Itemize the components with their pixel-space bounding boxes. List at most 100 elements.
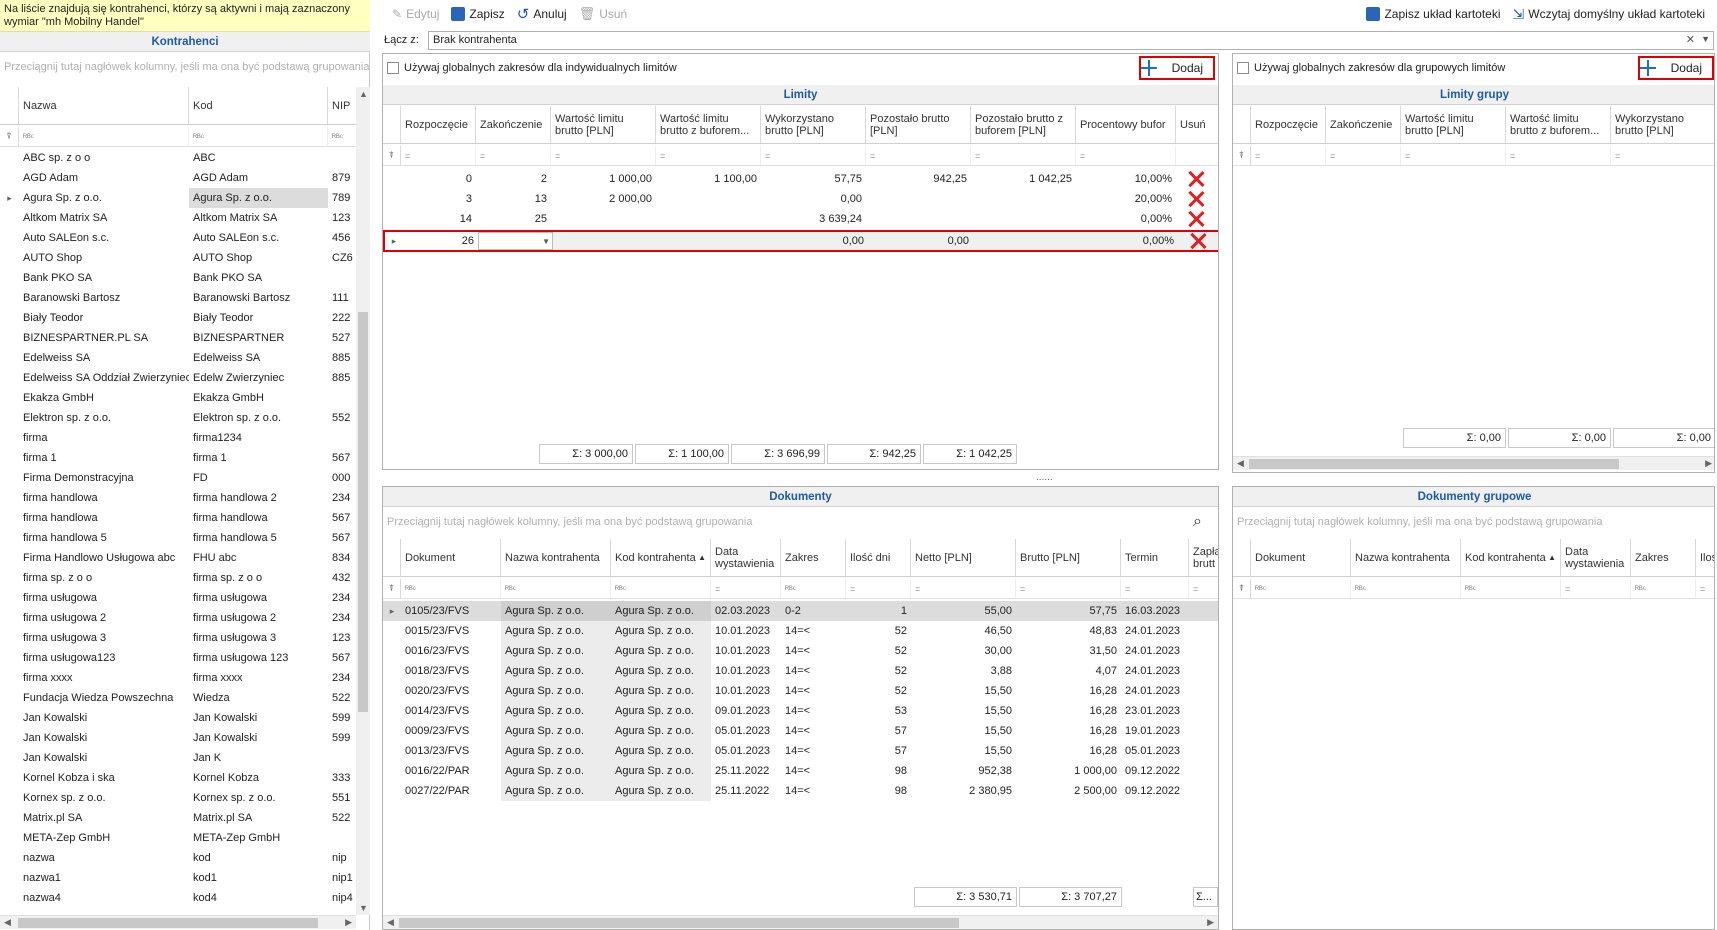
- contractor-row[interactable]: Altkom Matrix SA Altkom Matrix SA 123: [0, 208, 356, 228]
- contractor-row[interactable]: Edelweiss SA Oddział Zwierzyniec Edelw Zw…: [0, 368, 356, 388]
- document-row[interactable]: ▸ 0105/23/FVS Agura Sp. z o.o. Agura Sp. z …: [383, 601, 1218, 621]
- col-start[interactable]: Rozpoczęcie: [1251, 106, 1326, 143]
- col-contractor-name[interactable]: Nazwa kontrahenta: [501, 539, 611, 576]
- connect-combobox[interactable]: Brak kontrahenta ✕ ▼: [428, 30, 1714, 50]
- contractor-row[interactable]: Jan Kowalski Jan Kowalski 599: [0, 728, 356, 748]
- contractor-row[interactable]: ▸ Agura Sp. z o.o. Agura Sp. z o.o. 789: [0, 188, 356, 208]
- col-issue-date[interactable]: Data wystawienia: [1561, 539, 1631, 576]
- col-limit-buffer[interactable]: Wartość limitu brutto z buforem...: [1506, 106, 1611, 143]
- contractor-row[interactable]: firma xxxx firma xxxx 234: [0, 668, 356, 688]
- contractor-row[interactable]: Bank PKO SA Bank PKO SA: [0, 268, 356, 288]
- contractor-row[interactable]: firma usługowa123 firma usługowa 123 567: [0, 648, 356, 668]
- filter-nip[interactable]: ᴿᴮᶜ: [328, 127, 356, 146]
- contractor-row[interactable]: firma sp. z o o firma sp. z o o 432: [0, 568, 356, 588]
- document-row[interactable]: 0014/23/FVS Agura Sp. z o.o. Agura Sp. z o…: [383, 701, 1218, 721]
- col-end[interactable]: Zakończenie: [1326, 106, 1401, 143]
- document-row[interactable]: 0009/23/FVS Agura Sp. z o.o. Agura Sp. z o…: [383, 721, 1218, 741]
- col-days[interactable]: Ilość dni: [846, 539, 911, 576]
- filter-kod[interactable]: ᴿᴮᶜ: [189, 127, 328, 146]
- col-paid-gross[interactable]: Zapła brutt: [1189, 539, 1218, 576]
- save-button[interactable]: Zapisz: [445, 7, 510, 21]
- contractor-row[interactable]: BIZNESPARTNER.PL SA BIZNESPARTNER 527: [0, 328, 356, 348]
- edit-button[interactable]: ✎ Edytuj: [386, 7, 445, 21]
- document-row[interactable]: 0015/23/FVS Agura Sp. z o.o. Agura Sp. z o…: [383, 621, 1218, 641]
- contractor-row[interactable]: Kornex sp. z o.o. Kornex sp. z o.o. 551: [0, 788, 356, 808]
- limit-row[interactable]: 3 13 2 000,00 0,00 20,00%: [383, 189, 1218, 209]
- search-icon[interactable]: ⌕: [1193, 513, 1202, 531]
- contractor-row[interactable]: nazwa1 kod1 nip1: [0, 868, 356, 888]
- contractor-row[interactable]: Jan Kowalski Jan K: [0, 748, 356, 768]
- col-kod[interactable]: Kod: [189, 87, 328, 124]
- contractor-row[interactable]: Elektron sp. z o.o. Elektron sp. z o.o. 55…: [0, 408, 356, 428]
- delete-limit-button[interactable]: [1176, 169, 1216, 189]
- filter-nazwa[interactable]: ᴿᴮᶜ: [19, 127, 189, 146]
- contractor-row[interactable]: nazwa kod nip: [0, 848, 356, 868]
- limit-row[interactable]: 14 25 3 639,24 0,00%: [383, 209, 1218, 229]
- document-row[interactable]: 0027/22/PAR Agura Sp. z o.o. Agura Sp. z o…: [383, 781, 1218, 801]
- limit-row[interactable]: ▸ 26 ▼ 0,00 0,00 0,00%: [383, 230, 1218, 252]
- col-limit[interactable]: Wartość limitu brutto [PLN]: [551, 106, 656, 143]
- col-limit[interactable]: Wartość limitu brutto [PLN]: [1401, 106, 1506, 143]
- load-layout-button[interactable]: ⇲ Wczytaj domyślny układ kartoteki: [1507, 6, 1711, 23]
- col-start[interactable]: Rozpoczęcie: [401, 106, 476, 143]
- splitter-handle[interactable]: ......: [1036, 472, 1053, 483]
- cancel-button[interactable]: ↺ Anuluj: [511, 5, 573, 23]
- contractor-row[interactable]: Ekakza GmbH Ekakza GmbH: [0, 388, 356, 408]
- document-row[interactable]: 0016/23/FVS Agura Sp. z o.o. Agura Sp. z o…: [383, 641, 1218, 661]
- group-by-hint[interactable]: Przeciągnij tutaj nagłówek kolumny, jeśl…: [383, 508, 1183, 536]
- group-by-hint[interactable]: Przeciągnij tutaj nagłówek kolumny, jeśl…: [1233, 508, 1714, 536]
- col-used[interactable]: Wykorzystano brutto [PLN]: [1611, 106, 1714, 143]
- add-group-limit-button[interactable]: Dodaj: [1638, 56, 1714, 80]
- contractor-row[interactable]: firma handlowa firma handlowa 567: [0, 508, 356, 528]
- col-days[interactable]: Iloś: [1696, 539, 1714, 576]
- contractor-row[interactable]: nazwa4 kod4 nip4: [0, 888, 356, 908]
- contractor-row[interactable]: Baranowski Bartosz Baranowski Bartosz 111: [0, 288, 356, 308]
- contractor-row[interactable]: firma handlowa 5 firma handlowa 5 567: [0, 528, 356, 548]
- contractor-row[interactable]: Biały Teodor Biały Teodor 222: [0, 308, 356, 328]
- save-layout-button[interactable]: Zapisz układ kartoteki: [1360, 7, 1506, 21]
- col-contractor-name[interactable]: Nazwa kontrahenta: [1351, 539, 1461, 576]
- documents-hscroll[interactable]: ◀ ▶: [383, 915, 1218, 929]
- col-contractor-code[interactable]: Kod kontrahenta ▲: [611, 539, 711, 576]
- contractor-row[interactable]: Edelweiss SA Edelweiss SA 885: [0, 348, 356, 368]
- col-buffer-percent[interactable]: Procentowy bufor: [1076, 106, 1176, 143]
- chevron-down-icon[interactable]: ▼: [1701, 34, 1710, 44]
- contractor-row[interactable]: firma 1 firma 1 567: [0, 448, 356, 468]
- contractor-row[interactable]: firma usługowa 3 firma usługowa 3 123: [0, 628, 356, 648]
- document-row[interactable]: 0020/23/FVS Agura Sp. z o.o. Agura Sp. z o…: [383, 681, 1218, 701]
- contractor-row[interactable]: firma handlowa firma handlowa 2 234: [0, 488, 356, 508]
- limit-row[interactable]: 0 2 1 000,00 1 100,00 57,75 942,25 1 042,25 10,…: [383, 169, 1218, 189]
- add-limit-button[interactable]: Dodaj: [1139, 56, 1215, 80]
- document-row[interactable]: 0013/23/FVS Agura Sp. z o.o. Agura Sp. z o…: [383, 741, 1218, 761]
- group-global-ranges-checkbox[interactable]: Używaj globalnych zakresów dla grupowych…: [1237, 62, 1505, 75]
- contractors-hscroll[interactable]: ◀ ▶: [0, 915, 356, 929]
- col-due[interactable]: Termin: [1121, 539, 1189, 576]
- document-row[interactable]: 0016/22/PAR Agura Sp. z o.o. Agura Sp. z o…: [383, 761, 1218, 781]
- document-row[interactable]: 0018/23/FVS Agura Sp. z o.o. Agura Sp. z o…: [383, 661, 1218, 681]
- col-remaining-buffer[interactable]: Pozostało brutto z buforem [PLN]: [971, 106, 1076, 143]
- contractor-row[interactable]: ABC sp. z o o ABC: [0, 148, 356, 168]
- col-nip[interactable]: NIP: [328, 87, 356, 124]
- clear-icon[interactable]: ✕: [1686, 33, 1695, 46]
- contractor-row[interactable]: META-Zep GmbH META-Zep GmbH: [0, 828, 356, 848]
- contractor-row[interactable]: Matrix.pl SA Matrix.pl SA 522: [0, 808, 356, 828]
- contractor-row[interactable]: firma usługowa 2 firma usługowa 2 234: [0, 608, 356, 628]
- chevron-down-icon[interactable]: ▼: [542, 233, 550, 249]
- contractor-row[interactable]: AGD Adam AGD Adam 879: [0, 168, 356, 188]
- end-value-editor[interactable]: ▼: [478, 232, 553, 250]
- col-limit-buffer[interactable]: Wartość limitu brutto z buforem...: [656, 106, 761, 143]
- contractor-row[interactable]: Kornel Kobza i ska Kornel Kobza 333: [0, 768, 356, 788]
- col-delete[interactable]: Usuń: [1176, 106, 1216, 143]
- col-contractor-code[interactable]: Kod kontrahenta ▲: [1461, 539, 1561, 576]
- contractor-row[interactable]: Fundacja Wiedza Powszechna Wiedza 522: [0, 688, 356, 708]
- col-range[interactable]: Zakres: [1631, 539, 1696, 576]
- individual-global-ranges-checkbox[interactable]: Używaj globalnych zakresów dla indywidua…: [387, 62, 677, 75]
- col-gross[interactable]: Brutto [PLN]: [1016, 539, 1121, 576]
- contractor-row[interactable]: Firma Demonstracyjna FD 000: [0, 468, 356, 488]
- contractor-row[interactable]: firma usługowa firma usługowa 234: [0, 588, 356, 608]
- delete-button[interactable]: 🗑 Usuń: [573, 6, 634, 22]
- delete-limit-button[interactable]: [1176, 209, 1216, 229]
- contractors-vscroll[interactable]: ▲ ▼: [356, 87, 370, 915]
- col-used[interactable]: Wykorzystano brutto [PLN]: [761, 106, 866, 143]
- contractor-row[interactable]: firma firma1234: [0, 428, 356, 448]
